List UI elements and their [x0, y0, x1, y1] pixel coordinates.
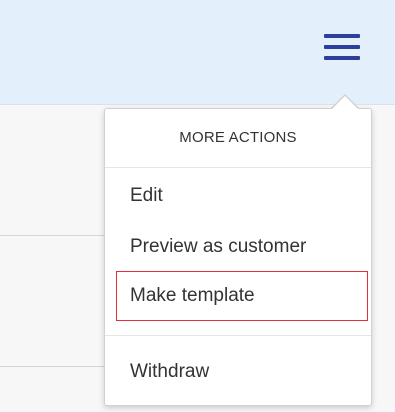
content-row-divider	[0, 235, 110, 236]
dropdown-caret	[332, 96, 358, 109]
more-actions-dropdown: MORE ACTIONS Edit Preview as customer Ma…	[104, 108, 372, 406]
hamburger-line-top	[324, 34, 360, 38]
hamburger-line-bottom	[324, 56, 360, 60]
menu-item-make-template[interactable]: Make template	[105, 277, 371, 315]
hamburger-line-middle	[324, 45, 360, 49]
menu-separator	[105, 335, 371, 336]
menu-separator	[105, 167, 371, 168]
menu-item-edit[interactable]: Edit	[105, 177, 371, 215]
content-row-divider	[0, 366, 110, 367]
menu-item-preview-as-customer[interactable]: Preview as customer	[105, 228, 371, 266]
top-header-bar	[0, 0, 395, 105]
more-actions-title: MORE ACTIONS	[179, 129, 297, 146]
menu-item-withdraw[interactable]: Withdraw	[105, 353, 371, 391]
hamburger-menu-icon[interactable]	[320, 28, 364, 68]
